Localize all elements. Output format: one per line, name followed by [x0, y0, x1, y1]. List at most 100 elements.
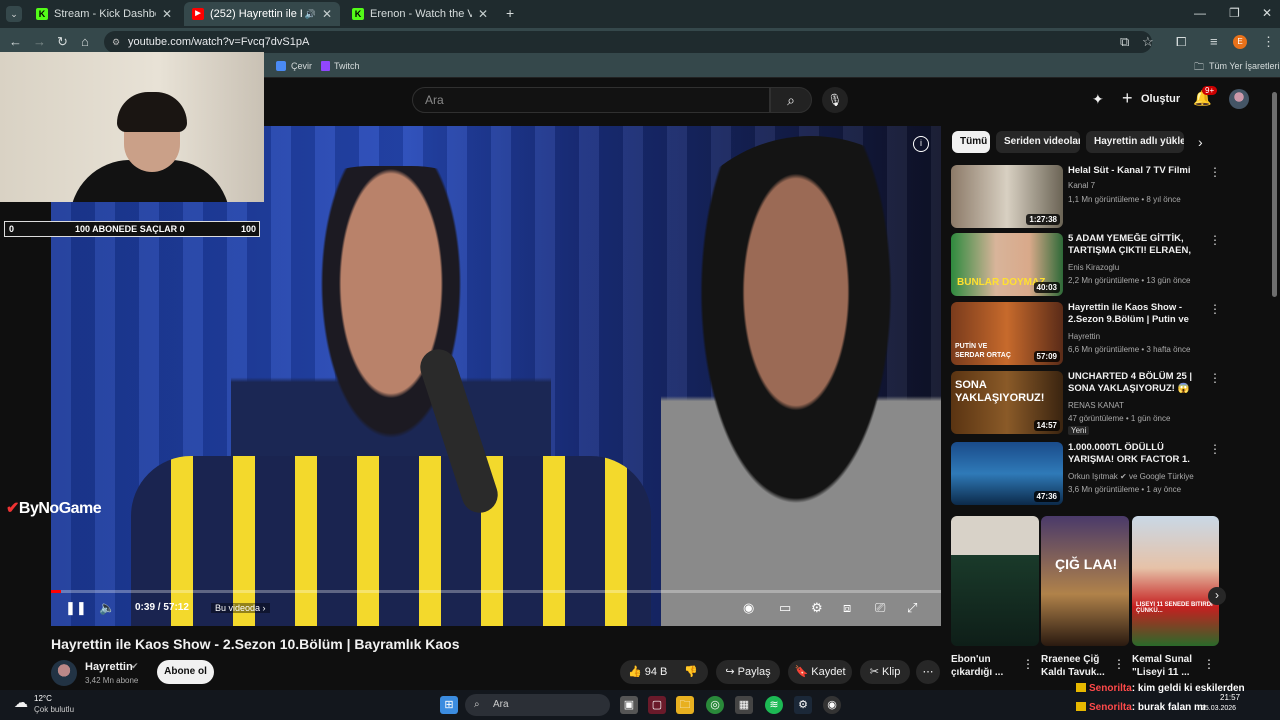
- short-title[interactable]: Kemal Sunal "Liseyi 11 ...: [1132, 653, 1204, 679]
- list-item[interactable]: SONA YAKLAŞIYORUZ! 14:57 UNCHARTED 4 BÖL…: [951, 371, 1251, 435]
- bookmark-star-icon[interactable]: ☆: [1142, 34, 1154, 50]
- share-button[interactable]: ↪ Paylaş: [716, 660, 780, 684]
- chrome-icon[interactable]: ◎: [706, 696, 724, 714]
- obs-icon[interactable]: ◉: [823, 696, 841, 714]
- more-icon: ⋯: [922, 666, 934, 678]
- cast-icon[interactable]: ⎚: [875, 600, 885, 616]
- chevron-right-icon[interactable]: ›: [1198, 134, 1203, 150]
- close-icon[interactable]: ✕: [478, 7, 488, 21]
- close-icon[interactable]: ✕: [162, 7, 172, 21]
- menu-icon[interactable]: ⋮: [1262, 34, 1275, 50]
- tab-youtube-video[interactable]: ▶ (252) Hayrettin ile Kaos Shc 🔊 ✕: [184, 2, 340, 26]
- search-button[interactable]: ⌕: [770, 87, 812, 113]
- spotify-icon[interactable]: ≋: [765, 696, 783, 714]
- list-item[interactable]: PUTİN VE SERDAR ORTAÇ 57:09 Hayrettin il…: [951, 302, 1251, 366]
- reload-icon[interactable]: ↻: [57, 34, 68, 50]
- volume-icon[interactable]: 🔈: [99, 600, 115, 616]
- more-vert-icon[interactable]: ⋮: [1203, 657, 1215, 671]
- minimize-icon[interactable]: —: [1194, 6, 1206, 20]
- gemini-icon[interactable]: ✦: [1092, 91, 1104, 108]
- new-tab-icon[interactable]: +: [506, 5, 514, 21]
- speaker-icon[interactable]: 🔊: [305, 9, 316, 20]
- file-explorer-icon[interactable]: 🗀: [676, 696, 694, 714]
- app-icon[interactable]: ▦: [735, 696, 753, 714]
- miniplayer-icon[interactable]: ⧈: [843, 600, 851, 616]
- more-vert-icon[interactable]: ⋮: [1209, 233, 1221, 247]
- media-control-icon[interactable]: ≡: [1210, 34, 1218, 49]
- tab-search-icon[interactable]: ⌄: [6, 6, 22, 22]
- list-item[interactable]: 47:36 1.000.000TL ÖDÜLLÜ YARIŞMA! ORK FA…: [951, 442, 1251, 506]
- account-avatar[interactable]: [1229, 89, 1249, 109]
- more-vert-icon[interactable]: ⋮: [1022, 657, 1034, 671]
- autoplay-toggle-icon[interactable]: ◉: [743, 600, 754, 616]
- more-vert-icon[interactable]: ⋮: [1209, 165, 1221, 179]
- short-thumbnail[interactable]: ÇIĞ LAA!: [1041, 516, 1129, 646]
- clip-button[interactable]: ✂ Klip: [860, 660, 910, 684]
- profile-avatar[interactable]: E: [1233, 35, 1247, 49]
- bookmark-translate[interactable]: Çevir: [291, 61, 312, 71]
- list-item[interactable]: 1:27:38 Helal Süt - Kanal 7 TV Filmi Kan…: [951, 165, 1251, 229]
- subtitles-icon[interactable]: ▭: [779, 600, 791, 616]
- back-icon[interactable]: ←: [9, 34, 22, 49]
- window-close-icon[interactable]: ✕: [1262, 6, 1272, 20]
- search-icon: ⌕: [474, 699, 480, 710]
- task-view-icon[interactable]: ▣: [620, 696, 638, 714]
- close-icon[interactable]: ✕: [322, 7, 332, 21]
- chip-series[interactable]: Seriden videolar: [996, 131, 1080, 153]
- progress-bar[interactable]: [51, 590, 941, 593]
- channel-avatar[interactable]: [51, 660, 77, 686]
- fullscreen-icon[interactable]: ⤢: [907, 600, 917, 616]
- settings-gear-icon[interactable]: ⚙: [811, 600, 823, 616]
- clock-date[interactable]: 25.03.2026: [1201, 705, 1236, 712]
- short-title[interactable]: Rraenee Çiğ Kaldı Tavuk...: [1041, 653, 1113, 679]
- steam-icon[interactable]: ⚙: [794, 696, 812, 714]
- install-app-icon[interactable]: ⧉: [1120, 34, 1129, 50]
- list-item[interactable]: BUNLAR DOYMAZ 40:03 5 ADAM YEMEĞE GİTTİK…: [951, 233, 1251, 297]
- dislike-button[interactable]: 👎: [684, 660, 698, 684]
- chip-uploader[interactable]: Hayrettin adlı yükleyi: [1086, 131, 1184, 153]
- url-field[interactable]: ⚙ youtube.com/watch?v=Fvcq7dvS1pA: [104, 31, 1152, 53]
- taskbar-search[interactable]: ⌕ Ara: [465, 694, 610, 716]
- weather-temp[interactable]: 12°C: [34, 694, 52, 703]
- tab-kick-dashboard[interactable]: K Stream - Kick Dashboard ✕: [28, 2, 180, 26]
- create-button[interactable]: Oluştur: [1141, 93, 1180, 105]
- bookmark-all[interactable]: Tüm Yer İşaretleri: [1209, 61, 1280, 71]
- short-title[interactable]: Ebon'un çıkardığı ...: [951, 653, 1023, 679]
- create-icon[interactable]: +: [1122, 88, 1133, 109]
- like-count: 94 B: [644, 666, 668, 678]
- windows-start-icon[interactable]: ⊞: [440, 696, 458, 714]
- bookmark-twitch[interactable]: Twitch: [334, 61, 360, 71]
- app-icon[interactable]: ▢: [648, 696, 666, 714]
- search-input[interactable]: Ara: [412, 87, 770, 113]
- taskbar-search-label: Ara: [493, 699, 509, 710]
- in-video-chapters[interactable]: Bu videoda ›: [211, 603, 270, 613]
- clock-time[interactable]: 21:57: [1220, 693, 1240, 702]
- more-vert-icon[interactable]: ⋮: [1209, 302, 1221, 316]
- tab-erenon-vod[interactable]: K Erenon - Watch the VOD on Ki ✕: [344, 2, 496, 26]
- voice-search-button[interactable]: 🎙: [822, 87, 848, 113]
- scrollbar[interactable]: [1272, 92, 1277, 297]
- forward-icon[interactable]: →: [33, 34, 46, 49]
- short-thumbnail[interactable]: LISEYI 11 SENEDE BITIRDİ ÇÜNKÜ...: [1132, 516, 1219, 646]
- restore-icon[interactable]: ❐: [1229, 6, 1240, 20]
- weather-desc[interactable]: Çok bulutlu: [34, 705, 74, 714]
- more-actions-button[interactable]: ⋯: [916, 660, 940, 684]
- shorts-next-icon[interactable]: ›: [1208, 587, 1226, 605]
- rec-meta: 3,6 Mn görüntüleme • 1 ay önce: [1068, 485, 1182, 494]
- more-vert-icon[interactable]: ⋮: [1113, 657, 1125, 671]
- duration-badge: 57:09: [1033, 351, 1060, 362]
- info-icon[interactable]: i: [913, 136, 929, 152]
- channel-name[interactable]: Hayrettin: [85, 661, 133, 673]
- more-vert-icon[interactable]: ⋮: [1209, 371, 1221, 385]
- pause-icon[interactable]: ❚❚: [65, 600, 87, 616]
- short-thumbnail[interactable]: [951, 516, 1039, 646]
- subscribe-button[interactable]: Abone ol: [157, 660, 214, 684]
- like-button[interactable]: 👍 94 B: [628, 660, 667, 684]
- extensions-icon[interactable]: ⧠: [1176, 34, 1186, 50]
- save-button[interactable]: 🔖 Kaydet: [788, 660, 852, 684]
- site-info-icon[interactable]: ⚙: [112, 31, 120, 53]
- more-vert-icon[interactable]: ⋮: [1209, 442, 1221, 456]
- home-icon[interactable]: ⌂: [81, 34, 89, 49]
- chip-all[interactable]: Tümü: [952, 131, 990, 153]
- thumb-caption: ÇIĞ LAA!: [1055, 556, 1118, 572]
